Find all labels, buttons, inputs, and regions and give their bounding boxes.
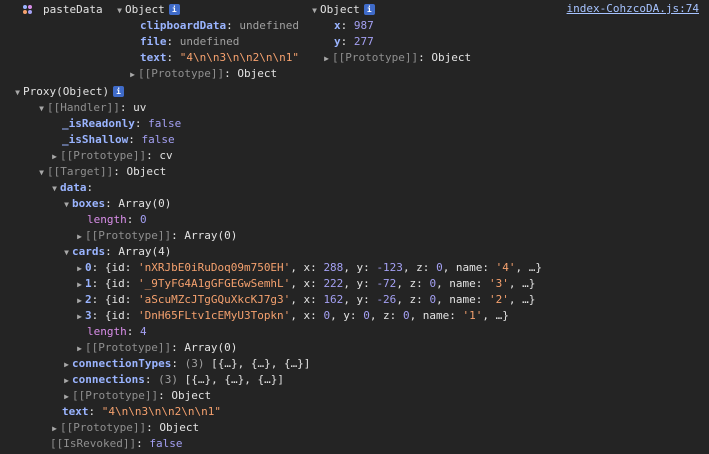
text-row: text: "4\n\n3\n\n2\n\n1" — [62, 405, 221, 418]
handler-row[interactable]: ▼ [[Handler]]: uv — [36, 100, 146, 116]
length-row: length: 4 — [87, 325, 147, 338]
field-row: x: 987 — [334, 19, 374, 32]
expand-arrow-icon[interactable]: ▼ — [36, 101, 47, 117]
prototype-row[interactable]: ▶ [[Prototype]]: Array(0) — [74, 340, 237, 356]
collapse-arrow-icon[interactable]: ▶ — [74, 261, 85, 277]
info-icon[interactable]: i — [168, 4, 180, 15]
collapse-arrow-icon[interactable]: ▶ — [74, 341, 85, 357]
card-item-row[interactable]: ▶ 1: {id: '_9TyFG4A1gGFGEGwSemhL', x: 222… — [74, 276, 535, 292]
data-row[interactable]: ▼ data: — [49, 180, 93, 196]
target-row[interactable]: ▼ [[Target]]: Object — [36, 164, 166, 180]
expand-arrow-icon[interactable]: ▼ — [309, 3, 320, 19]
length-row: length: 0 — [87, 213, 147, 226]
card-item-row[interactable]: ▶ 3: {id: 'DnH65FLtv1cEMyU3Topkn', x: 0, … — [74, 308, 509, 324]
proxy-header[interactable]: ▼ Proxy(Object) i — [12, 84, 125, 101]
collapse-arrow-icon[interactable]: ▶ — [61, 357, 72, 373]
connection-types-row[interactable]: ▶ connectionTypes: (3) [{…}, {…}, {…}] — [61, 356, 310, 372]
prototype-row[interactable]: ▶ [[Prototype]]: cv — [49, 148, 173, 164]
collapse-arrow-icon[interactable]: ▶ — [49, 149, 60, 165]
prototype-row[interactable]: ▶ [[Prototype]]: Object — [321, 50, 471, 66]
is-revoked-row: [[IsRevoked]]: false — [50, 437, 183, 450]
connections-row[interactable]: ▶ connections: (3) [{…}, {…}, {…}] — [61, 372, 284, 388]
field-row: y: 277 — [334, 35, 374, 48]
collapse-arrow-icon[interactable]: ▶ — [61, 389, 72, 405]
collapse-arrow-icon[interactable]: ▶ — [74, 309, 85, 325]
collapse-arrow-icon[interactable]: ▶ — [74, 277, 85, 293]
collapse-arrow-icon[interactable]: ▶ — [74, 293, 85, 309]
expand-arrow-icon[interactable]: ▼ — [114, 3, 125, 19]
collapse-arrow-icon[interactable]: ▶ — [321, 51, 332, 67]
cards-row[interactable]: ▼ cards: Array(4) — [61, 244, 171, 260]
card-item-row[interactable]: ▶ 0: {id: 'nXRJbE0iRuDoq09m750EH', x: 288… — [74, 260, 542, 276]
info-icon[interactable]: i — [113, 86, 125, 97]
paste-data-label: pasteData — [43, 3, 103, 16]
prototype-row[interactable]: ▶ [[Prototype]]: Object — [127, 66, 277, 82]
expand-arrow-icon[interactable]: ▼ — [36, 165, 47, 181]
is-shallow-row: _isShallow: false — [62, 133, 175, 146]
console-object-icon — [23, 5, 32, 14]
prototype-row[interactable]: ▶ [[Prototype]]: Array(0) — [74, 228, 237, 244]
collapse-arrow-icon[interactable]: ▶ — [74, 229, 85, 245]
collapse-arrow-icon[interactable]: ▶ — [127, 67, 138, 83]
expand-arrow-icon[interactable]: ▼ — [12, 85, 23, 101]
object1-header[interactable]: ▼ Object i — [114, 2, 180, 18]
field-row: clipboardData: undefined — [140, 19, 299, 32]
collapse-arrow-icon[interactable]: ▶ — [49, 421, 60, 437]
expand-arrow-icon[interactable]: ▼ — [61, 245, 72, 261]
boxes-row[interactable]: ▼ boxes: Array(0) — [61, 196, 171, 212]
field-row: text: "4\n\n3\n\n2\n\n1" — [140, 51, 299, 64]
info-icon[interactable]: i — [363, 4, 375, 15]
prototype-row[interactable]: ▶ [[Prototype]]: Object — [49, 420, 199, 436]
expand-arrow-icon[interactable]: ▼ — [61, 197, 72, 213]
is-readonly-row: _isReadonly: false — [62, 117, 182, 130]
card-item-row[interactable]: ▶ 2: {id: 'aScuMZcJTgGQuXkcKJ7g3', x: 162… — [74, 292, 535, 308]
field-row: file: undefined — [140, 35, 240, 48]
object2-header[interactable]: ▼ Object i — [309, 2, 375, 18]
expand-arrow-icon[interactable]: ▼ — [49, 181, 60, 197]
prototype-row[interactable]: ▶ [[Prototype]]: Object — [61, 388, 211, 404]
collapse-arrow-icon[interactable]: ▶ — [61, 373, 72, 389]
source-link[interactable]: index-CohzcoDA.js:74 — [567, 2, 699, 15]
